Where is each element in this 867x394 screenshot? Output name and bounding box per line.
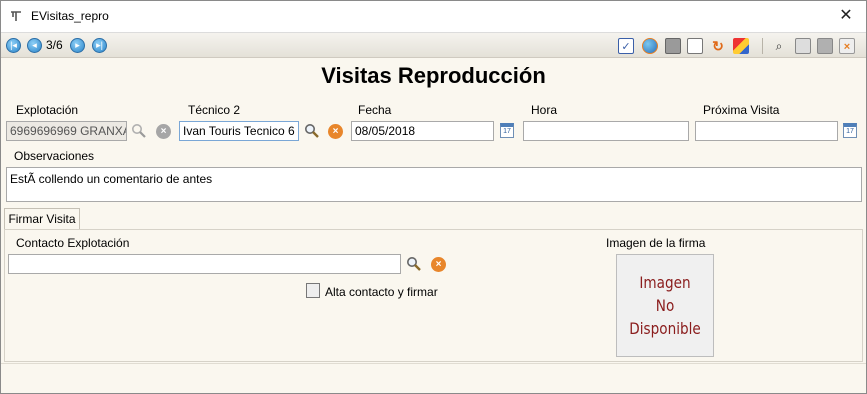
- tecnico2-field[interactable]: Ivan Touris Tecnico 6: [179, 121, 299, 141]
- fecha-label: Fecha: [358, 103, 392, 117]
- contacto-field[interactable]: [8, 254, 401, 274]
- hora-label: Hora: [531, 103, 558, 117]
- explotacion-clear-icon: ×: [156, 124, 171, 139]
- edit-icon[interactable]: [733, 38, 749, 54]
- image-placeholder: Imagen No Disponible: [629, 271, 700, 340]
- close-button[interactable]: ✕: [826, 1, 866, 32]
- tecnico2-clear-icon[interactable]: ×: [328, 124, 343, 139]
- delete-record-icon[interactable]: ×: [839, 38, 855, 54]
- contacto-label: Contacto Explotación: [16, 236, 130, 250]
- toolbar: |◂ ◂ 3/6 ▸ ▸| ✓ ↻ ⌕ ×: [1, 32, 866, 58]
- tecnico2-search-icon[interactable]: [304, 123, 320, 139]
- toolbar-separator: [762, 38, 763, 54]
- signature-edit-icon[interactable]: [306, 283, 320, 298]
- fecha-calendar-icon[interactable]: 17: [500, 123, 514, 138]
- previous-record-icon[interactable]: ◂: [27, 38, 42, 53]
- save-icon[interactable]: [817, 38, 833, 54]
- signature-image: Imagen No Disponible: [616, 254, 714, 357]
- footer-divider: [1, 363, 866, 364]
- proxima-visita-calendar-icon[interactable]: 17: [843, 123, 857, 138]
- hora-field[interactable]: [523, 121, 689, 141]
- record-position: 3/6: [46, 38, 63, 52]
- tecnico2-label: Técnico 2: [188, 103, 241, 117]
- first-record-icon[interactable]: |◂: [6, 38, 21, 53]
- explotacion-field: 6969696969 GRANXA: [6, 121, 127, 141]
- image-placeholder-line: Disponible: [629, 319, 701, 338]
- add-record-icon[interactable]: [795, 38, 811, 54]
- next-record-icon[interactable]: ▸: [70, 38, 85, 53]
- alta-contacto-button[interactable]: Alta contacto y firmar: [325, 285, 438, 299]
- print-icon[interactable]: [665, 38, 681, 54]
- form-title: Visitas Reproducción: [321, 63, 546, 88]
- app-icon: [9, 9, 23, 23]
- window-title: EVisitas_repro: [31, 9, 109, 23]
- fecha-field[interactable]: 08/05/2018: [351, 121, 494, 141]
- observaciones-textarea[interactable]: EstÃ­ collendo un comentario de antes: [6, 167, 862, 202]
- proxima-visita-label: Próxima Visita: [703, 103, 780, 117]
- window: EVisitas_repro ✕ |◂ ◂ 3/6 ▸ ▸| ✓ ↻ ⌕ × V…: [0, 0, 867, 394]
- image-placeholder-line: No: [655, 296, 675, 315]
- title-bar: EVisitas_repro ✕: [1, 1, 866, 32]
- print-preview-icon[interactable]: [687, 38, 703, 54]
- proxima-visita-field[interactable]: [695, 121, 838, 141]
- firma-label: Imagen de la firma: [606, 236, 706, 250]
- browser-icon[interactable]: [642, 38, 658, 54]
- contacto-search-icon[interactable]: [406, 256, 422, 272]
- binoculars-icon[interactable]: ⌕: [771, 38, 787, 54]
- explotacion-label: Explotación: [16, 103, 79, 117]
- explotacion-search-icon: [132, 124, 146, 138]
- contacto-clear-icon[interactable]: ×: [431, 257, 446, 272]
- checklist-icon[interactable]: ✓: [618, 38, 634, 54]
- observaciones-label: Observaciones: [14, 149, 95, 163]
- refresh-icon[interactable]: ↻: [710, 38, 726, 54]
- image-placeholder-line: Imagen: [639, 273, 691, 292]
- tab-firmar-visita[interactable]: Firmar Visita: [4, 208, 80, 230]
- last-record-icon[interactable]: ▸|: [92, 38, 107, 53]
